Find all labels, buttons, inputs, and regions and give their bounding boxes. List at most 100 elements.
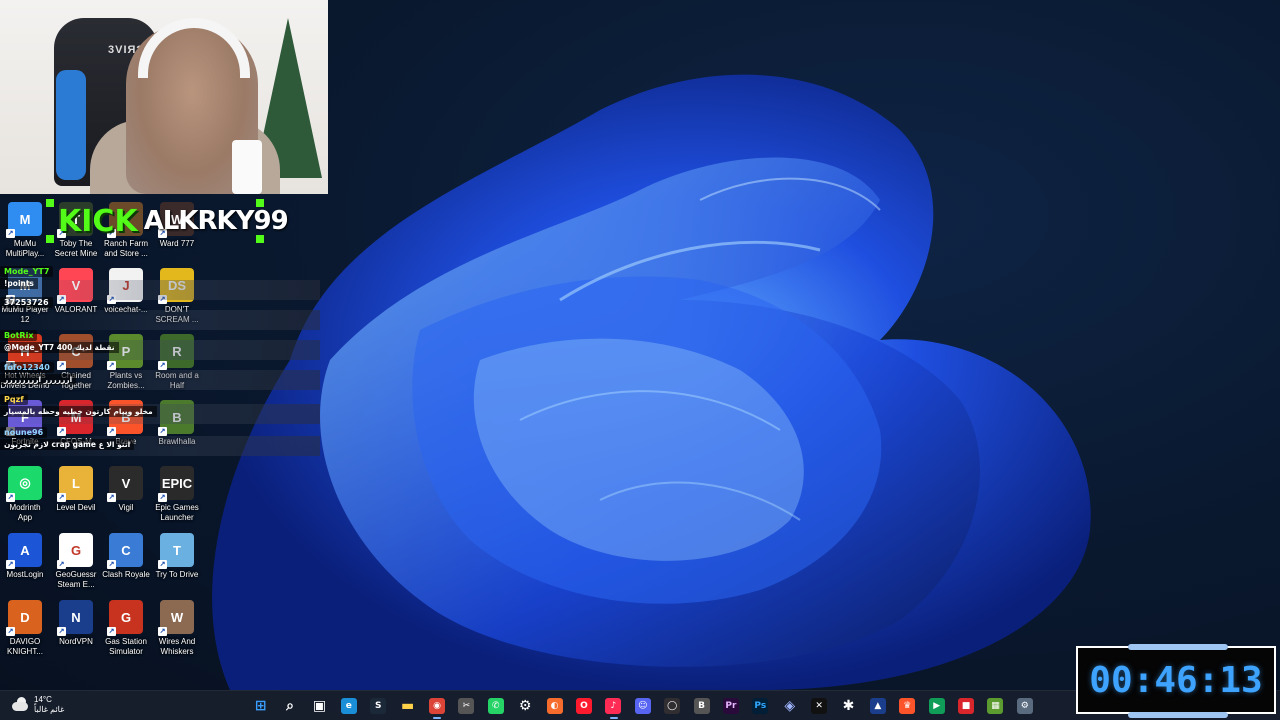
- desktop-icon-label: GeoGuessr Steam E...: [55, 570, 97, 589]
- chat-message: Mode_YT7 !points: [0, 266, 54, 290]
- chat-username: noune96: [0, 427, 48, 438]
- capcut-icon: ✕: [811, 698, 828, 714]
- chat-message: noune96 لازم تجربون crap game انثو الا ع: [0, 427, 135, 451]
- desktop-icon[interactable]: G ↗ Gas Station Simulator: [101, 600, 151, 664]
- desktop-icon[interactable]: W ↗ Wires And Whiskers: [152, 600, 202, 664]
- taskbar-button[interactable]: ✆: [481, 691, 510, 720]
- taskbar-button[interactable]: ◈: [775, 691, 804, 720]
- nordvpn-taskbar-icon: ▲: [869, 698, 886, 714]
- desktop-icon[interactable]: M ↗ MuMu MultiPlay...: [0, 202, 50, 266]
- desktop-icon[interactable]: L ↗ Level Devil: [51, 466, 101, 530]
- channel-name: ALKRKY99: [143, 206, 289, 236]
- taskbar-button[interactable]: ◐: [540, 691, 569, 720]
- desktop-icon[interactable]: A ↗ MostLogin: [0, 533, 50, 597]
- desktop-icon-label: MostLogin: [6, 570, 44, 579]
- white-cup: [232, 140, 262, 194]
- vigil-icon: V ↗: [107, 466, 143, 502]
- stream-timer: 00:46:13: [1076, 644, 1276, 718]
- settings-icon: ⚙: [1016, 698, 1033, 714]
- taskbar-button[interactable]: ⚙: [1010, 691, 1039, 720]
- kick-logo: KICK: [58, 203, 138, 239]
- task-view-icon: ▣: [312, 698, 327, 714]
- desktop-icon[interactable]: D ↗ DAVIGO KNIGHT...: [0, 600, 50, 664]
- origin-icon: ◐: [546, 698, 563, 714]
- taskbar-button[interactable]: ■: [951, 691, 980, 720]
- desktop-icon[interactable]: G ↗ GeoGuessr Steam E...: [51, 533, 101, 597]
- chat-username: 37253726: [0, 297, 53, 308]
- minecraft-icon: ▦: [987, 698, 1004, 714]
- desktop-icon[interactable]: V ↗ Vigil: [101, 466, 151, 530]
- shortcut-arrow-icon: ↗: [158, 493, 167, 502]
- brave-taskbar-icon: ♛: [899, 698, 916, 714]
- taskbar-button[interactable]: Ps: [746, 691, 775, 720]
- file-explorer-icon: ▬: [401, 698, 415, 714]
- desktop-icon[interactable]: T ↗ Try To Drive: [152, 533, 202, 597]
- taskbar-button[interactable]: ▦: [981, 691, 1010, 720]
- desktop-icon-label: Epic Games Launcher: [155, 503, 199, 522]
- taskbar-button[interactable]: ⊞: [246, 691, 275, 720]
- banner-corner: [46, 199, 54, 207]
- taskbar-button[interactable]: ⌕: [275, 691, 304, 720]
- google-play-icon: ▶: [928, 698, 945, 714]
- chat-text: @Mode_YT7 400 نقطة لديك: [0, 342, 119, 353]
- snipping-tool-icon: ✂: [458, 698, 475, 714]
- desktop-icon[interactable]: C ↗ Clash Royale: [101, 533, 151, 597]
- chat-username: fofo12340: [0, 362, 54, 373]
- shortcut-arrow-icon: ↗: [6, 229, 15, 238]
- banner-corner: [256, 199, 264, 207]
- premiere-icon: Pr: [722, 698, 739, 714]
- obs-icon: ◯: [664, 698, 681, 714]
- photoshop-icon: Ps: [752, 698, 769, 714]
- chat-username: BotRix: [0, 330, 38, 341]
- taskbar-button[interactable]: O: [569, 691, 598, 720]
- taskbar-button[interactable]: ☺: [628, 691, 657, 720]
- chat-text: !points: [0, 278, 38, 289]
- taskbar-button[interactable]: S: [364, 691, 393, 720]
- weather-text: 14°C غائم غالباً: [34, 695, 64, 715]
- red-app-icon: ■: [958, 698, 975, 714]
- taskbar-button[interactable]: ✱: [834, 691, 863, 720]
- chat-text: لازم تجربون crap game انثو الا ع: [0, 439, 135, 450]
- weather-widget[interactable]: 14°C غائم غالباً: [10, 695, 64, 715]
- taskbar-button[interactable]: Pr: [716, 691, 745, 720]
- taskbar-button[interactable]: ◉: [422, 691, 451, 720]
- chat-text: مخلو ويبام كارتون خطيه وحظه بالمسيار: [0, 406, 157, 417]
- streamer-headphones: [138, 18, 250, 78]
- opera-icon: O: [575, 698, 592, 714]
- chrome-icon: ◉: [429, 698, 446, 714]
- shortcut-arrow-icon: ↗: [107, 493, 116, 502]
- desktop-icon[interactable]: EPIC ↗ Epic Games Launcher: [152, 466, 202, 530]
- settings-gear-icon: ⚙: [518, 698, 532, 714]
- shortcut-arrow-icon: ↗: [6, 627, 15, 636]
- desktop-icon-label: Wires And Whiskers: [158, 637, 196, 656]
- taskbar-button[interactable]: ✂: [452, 691, 481, 720]
- taskbar-button[interactable]: e: [334, 691, 363, 720]
- taskbar-button[interactable]: ▲: [863, 691, 892, 720]
- taskbar-button[interactable]: ⚙: [511, 691, 540, 720]
- desktop-icon-label: Vigil: [118, 503, 134, 512]
- taskbar-button[interactable]: ♛: [893, 691, 922, 720]
- desktop-icon[interactable]: N ↗ NordVPN: [51, 600, 101, 664]
- search-icon: ⌕: [286, 698, 294, 714]
- stream-chat-overlay: Mode_YT7 !points 37253726 BotRix @Mode_Y…: [0, 262, 320, 458]
- streamlabs-icon: B: [693, 698, 710, 714]
- cloud-icon: [10, 696, 30, 714]
- taskbar-button[interactable]: B: [687, 691, 716, 720]
- taskbar-button[interactable]: ▶: [922, 691, 951, 720]
- cog-app-icon: ✱: [842, 698, 855, 714]
- clashroyale-icon: C ↗: [107, 533, 143, 569]
- taskbar-button[interactable]: ▣: [305, 691, 334, 720]
- desktop-icon[interactable]: ◎ ↗ Modrinth App: [0, 466, 50, 530]
- weather-condition: غائم غالباً: [34, 705, 65, 714]
- davigo-icon: D ↗: [6, 600, 42, 636]
- leveldevil-icon: L ↗: [57, 466, 93, 502]
- taskbar-button[interactable]: ✕: [804, 691, 833, 720]
- chat-message: fofo12340 ارررررر ارررررررر: [0, 362, 77, 386]
- start-icon: ⊞: [254, 698, 267, 714]
- taskbar-button[interactable]: ▬: [393, 691, 422, 720]
- shortcut-arrow-icon: ↗: [57, 627, 66, 636]
- modrinth-icon: ◎ ↗: [6, 466, 42, 502]
- taskbar-button[interactable]: ♪: [599, 691, 628, 720]
- shortcut-arrow-icon: ↗: [57, 560, 66, 569]
- taskbar-button[interactable]: ◯: [657, 691, 686, 720]
